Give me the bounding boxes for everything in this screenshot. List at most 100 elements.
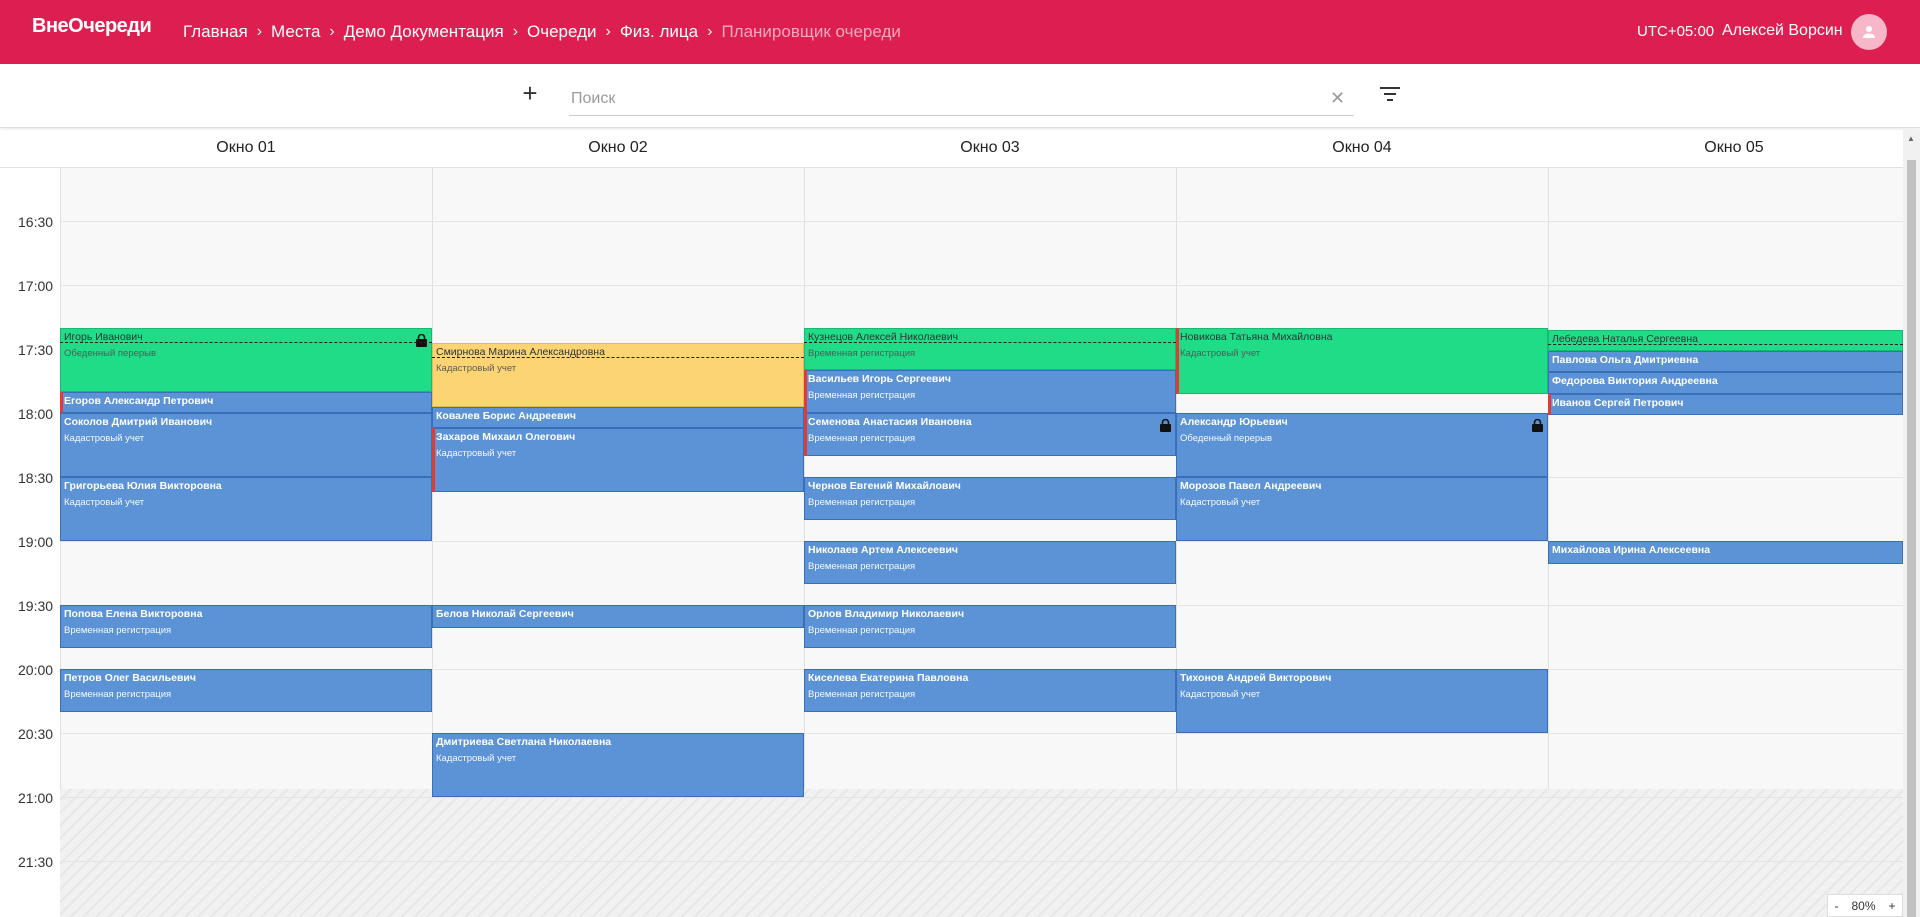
time-label: 20:00 bbox=[18, 662, 54, 678]
appointment-card[interactable]: Чернов Евгений Михайлович Временная регис… bbox=[804, 477, 1176, 520]
appointment-service: Обеденный перерыв bbox=[1180, 433, 1273, 444]
appointment-service: Временная регистрация bbox=[808, 433, 916, 444]
breadcrumb-item[interactable]: Физ. лица bbox=[620, 22, 698, 42]
appointment-card[interactable]: Михайлова Ирина Алексеевна – bbox=[1548, 541, 1903, 565]
appointment-card[interactable]: Захаров Михаил Олегович Кадастровый учет bbox=[432, 427, 804, 492]
appointment-name: Семенова Анастасия Ивановна bbox=[808, 416, 972, 428]
appointment-service: – bbox=[1552, 561, 1557, 563]
filter-icon[interactable] bbox=[1380, 86, 1400, 107]
chevron-right-icon: › bbox=[256, 23, 263, 40]
scrollbar-thumb[interactable] bbox=[1907, 160, 1916, 917]
appointment-service: Временная регистрация bbox=[64, 625, 172, 636]
search-input[interactable] bbox=[569, 82, 1354, 116]
appointment-service: Кадастровый учет bbox=[64, 497, 145, 508]
appointment-card[interactable]: Тихонов Андрей Викторович Кадастровый уче… bbox=[1176, 669, 1548, 733]
appointment-name: Тихонов Андрей Викторович bbox=[1180, 672, 1332, 684]
appointment-card[interactable]: Дмитриева Светлана Николаевна Кадастровый… bbox=[432, 733, 804, 797]
time-label: 21:30 bbox=[18, 854, 54, 870]
grid-line bbox=[60, 285, 1903, 286]
breadcrumb-item[interactable]: Главная bbox=[183, 22, 248, 42]
appointment-card[interactable]: Васильев Игорь Сергеевич Временная регист… bbox=[804, 370, 1176, 413]
appointment-service: Кадастровый учет bbox=[436, 362, 517, 374]
appointment-card[interactable]: Николаев Артем Алексеевич Временная регис… bbox=[804, 541, 1176, 584]
breadcrumb-item[interactable]: Демо Документация bbox=[344, 22, 504, 42]
appointment-card[interactable]: Орлов Владимир Николаевич Временная регис… bbox=[804, 605, 1176, 648]
column-header-window: Окно 03 bbox=[960, 139, 1020, 156]
column-header-window: Окно 02 bbox=[588, 139, 648, 156]
status-marker bbox=[1176, 327, 1179, 394]
appointment-service: Обеденный перерыв bbox=[64, 347, 157, 359]
lock-icon bbox=[416, 333, 427, 352]
appointment-card[interactable]: Иванов Сергей Петрович – bbox=[1548, 393, 1903, 416]
zoom-level: 80% bbox=[1851, 898, 1876, 913]
appointment-name: Ковалев Борис Андреевич bbox=[436, 409, 576, 422]
appointment-name: Морозов Павел Андреевич bbox=[1180, 480, 1322, 492]
appointment-card[interactable]: Егоров Александр Петрович bbox=[60, 391, 432, 413]
appointment-service: Кадастровый учет bbox=[436, 753, 517, 764]
status-marker bbox=[432, 427, 435, 492]
appointment-card[interactable]: Федорова Виктория Андреевна bbox=[1548, 372, 1903, 394]
appointment-name: Григорьева Юлия Викторовна bbox=[64, 480, 222, 492]
breadcrumb-item[interactable]: Места bbox=[271, 22, 320, 42]
appointment-name: Соколов Дмитрий Иванович bbox=[64, 416, 213, 428]
appointment-card[interactable]: Попова Елена Викторовна Временная регистр… bbox=[60, 605, 432, 648]
toolbar: + ✕ bbox=[0, 64, 1920, 128]
appointment-name: Чернов Евгений Михайлович bbox=[808, 480, 961, 492]
chevron-right-icon: › bbox=[707, 23, 713, 40]
person-icon bbox=[1863, 26, 1875, 38]
appointment-card[interactable]: Семенова Анастасия Ивановна Временная рег… bbox=[804, 413, 1176, 456]
time-label: 19:00 bbox=[18, 534, 54, 550]
appointment-card[interactable]: Белов Николай Сергеевич – bbox=[432, 605, 804, 629]
appointment-card[interactable]: Смирнова Марина Александровна Кадастровый… bbox=[432, 342, 804, 407]
chevron-right-icon: › bbox=[605, 23, 611, 40]
appointment-card[interactable]: Соколов Дмитрий Иванович Кадастровый учет bbox=[60, 413, 432, 477]
appointment-name: Дмитриева Светлана Николаевна bbox=[436, 736, 612, 748]
column-headers: Окно 01 Окно 02 Окно 03 Окно 04 Окно 05 bbox=[0, 130, 1903, 168]
avatar[interactable] bbox=[1851, 14, 1887, 50]
appointment-card[interactable]: Киселева Екатерина Павловна Временная рег… bbox=[804, 669, 1176, 712]
appointment-card[interactable]: Лебедева Наталья Сергеевна bbox=[1548, 329, 1903, 352]
appointment-card[interactable]: Ковалев Борис Андреевич bbox=[432, 406, 804, 428]
app-header: ВнеОчереди Главная › Места › Демо Документац… bbox=[0, 0, 1920, 64]
appointment-service: Кадастровый учет bbox=[1180, 497, 1261, 508]
appointment-card[interactable]: Александр Юрьевич Обеденный перерыв bbox=[1176, 413, 1548, 477]
add-button[interactable]: + bbox=[518, 80, 542, 106]
breadcrumb-item[interactable]: Очереди bbox=[527, 22, 597, 42]
appointment-service: Временная регистрация bbox=[808, 390, 916, 402]
current-time-line bbox=[432, 356, 804, 358]
appointment-service: Кадастровый учет bbox=[64, 433, 145, 444]
clear-search-icon[interactable]: ✕ bbox=[1330, 88, 1345, 109]
zoom-out-button[interactable]: - bbox=[1834, 899, 1838, 913]
appointment-name: Иванов Сергей Петрович bbox=[1552, 396, 1684, 409]
column-header-window: Окно 01 bbox=[216, 139, 276, 156]
chevron-right-icon: › bbox=[512, 23, 519, 40]
current-time-line bbox=[1548, 343, 1903, 345]
vertical-scrollbar[interactable]: ▲ bbox=[1903, 130, 1920, 917]
scroll-up-icon[interactable]: ▲ bbox=[1907, 134, 1915, 143]
appointment-service: Временная регистрация bbox=[808, 347, 916, 359]
appointment-card[interactable]: Новикова Татьяна Михайловна Кадастровый у… bbox=[1176, 327, 1548, 394]
appointment-service: Временная регистрация bbox=[808, 497, 916, 508]
appointment-name: Николаев Артем Алексеевич bbox=[808, 544, 959, 556]
appointment-service: – bbox=[436, 625, 441, 627]
appointment-service: Временная регистрация bbox=[808, 689, 916, 700]
appointment-card[interactable]: Игорь Иванович Обеденный перерыв bbox=[60, 327, 432, 392]
zoom-in-button[interactable]: + bbox=[1888, 899, 1895, 913]
app-logo[interactable]: ВнеОчереди bbox=[32, 15, 152, 38]
appointment-service: Временная регистрация bbox=[808, 561, 916, 572]
appointment-card[interactable]: Морозов Павел Андреевич Кадастровый учет bbox=[1176, 477, 1548, 541]
appointment-name: Федорова Виктория Андреевна bbox=[1552, 375, 1718, 388]
chevron-right-icon: › bbox=[329, 23, 335, 40]
appointment-card[interactable]: Григорьева Юлия Викторовна Кадастровый уч… bbox=[60, 477, 432, 541]
appointment-name: Павлова Ольга Дмитриевна bbox=[1552, 354, 1699, 367]
time-label: 18:00 bbox=[18, 406, 54, 422]
appointment-card[interactable]: Кузнецов Алексей Николаевич Временная рег… bbox=[804, 327, 1176, 371]
appointment-name: Михайлова Ирина Алексеевна bbox=[1552, 544, 1711, 556]
appointment-name: Егоров Александр Петрович bbox=[64, 394, 214, 407]
current-time-line bbox=[804, 341, 1176, 343]
zoom-control: - 80% + bbox=[1827, 894, 1903, 917]
appointment-card[interactable]: Петров Олег Васильевич Временная регистра… bbox=[60, 669, 432, 712]
appointment-card[interactable]: Павлова Ольга Дмитриевна bbox=[1548, 351, 1903, 373]
appointment-service: Временная регистрация bbox=[808, 625, 916, 636]
user-name[interactable]: Алексей Ворсин bbox=[1722, 22, 1843, 40]
